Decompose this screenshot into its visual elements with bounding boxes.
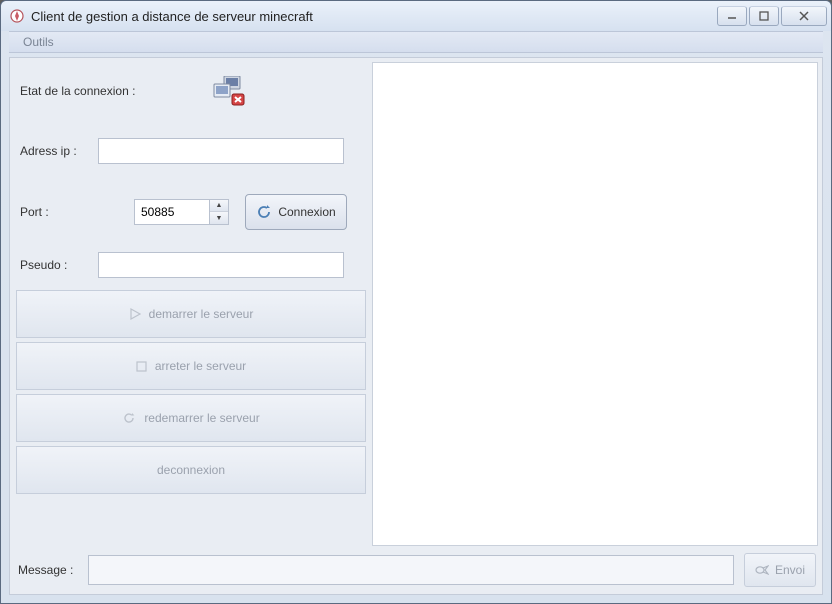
stop-server-button[interactable]: arreter le serveur xyxy=(16,342,366,390)
titlebar[interactable]: Client de gestion a distance de serveur … xyxy=(1,1,831,31)
stop-icon xyxy=(136,361,147,372)
port-step-down[interactable]: ▼ xyxy=(210,212,228,224)
row-port: Port : ▲ ▼ Connexion xyxy=(20,194,362,230)
left-panel: Etat de la connexion : xyxy=(10,58,372,550)
label-ip: Adress ip : xyxy=(20,144,86,158)
row-ip: Adress ip : xyxy=(20,138,362,164)
port-step-up[interactable]: ▲ xyxy=(210,200,228,212)
row-connection-state: Etat de la connexion : xyxy=(20,70,362,112)
stop-server-label: arreter le serveur xyxy=(155,359,246,373)
restart-server-label: redemarrer le serveur xyxy=(144,411,259,425)
server-action-buttons: demarrer le serveur arreter le serveur r… xyxy=(10,290,372,500)
send-button-label: Envoi xyxy=(775,563,805,577)
send-button[interactable]: Envoi xyxy=(744,553,816,587)
connection-status-icon xyxy=(212,76,246,106)
maximize-button[interactable] xyxy=(749,6,779,26)
play-icon xyxy=(129,308,141,320)
app-window: Client de gestion a distance de serveur … xyxy=(0,0,832,604)
label-pseudo: Pseudo : xyxy=(20,258,86,272)
pseudo-input[interactable] xyxy=(98,252,344,278)
connection-form: Etat de la connexion : xyxy=(10,58,372,290)
refresh-icon xyxy=(256,204,272,220)
message-input[interactable] xyxy=(88,555,734,585)
restart-server-button[interactable]: redemarrer le serveur xyxy=(16,394,366,442)
disconnect-label: deconnexion xyxy=(157,463,225,477)
connect-button-label: Connexion xyxy=(278,205,335,219)
client-area: Etat de la connexion : xyxy=(9,57,823,595)
log-output-panel[interactable] xyxy=(372,62,818,546)
window-title: Client de gestion a distance de serveur … xyxy=(31,9,717,24)
window-controls xyxy=(717,6,827,26)
connect-button[interactable]: Connexion xyxy=(245,194,347,230)
menu-outils[interactable]: Outils xyxy=(15,33,62,51)
start-server-button[interactable]: demarrer le serveur xyxy=(16,290,366,338)
close-button[interactable] xyxy=(781,6,827,26)
port-input[interactable] xyxy=(134,199,210,225)
label-message: Message : xyxy=(18,563,78,577)
send-icon xyxy=(755,564,769,576)
main-row: Etat de la connexion : xyxy=(10,58,822,550)
start-server-label: demarrer le serveur xyxy=(149,307,254,321)
port-spinner: ▲ ▼ xyxy=(210,199,229,225)
label-connection-state: Etat de la connexion : xyxy=(20,84,140,98)
row-pseudo: Pseudo : xyxy=(20,252,362,278)
message-row: Message : Envoi xyxy=(10,550,822,594)
label-port: Port : xyxy=(20,205,86,219)
ip-input[interactable] xyxy=(98,138,344,164)
restart-icon xyxy=(122,411,136,425)
menubar: Outils xyxy=(9,31,823,53)
minimize-button[interactable] xyxy=(717,6,747,26)
app-icon xyxy=(9,8,25,24)
disconnect-button[interactable]: deconnexion xyxy=(16,446,366,494)
